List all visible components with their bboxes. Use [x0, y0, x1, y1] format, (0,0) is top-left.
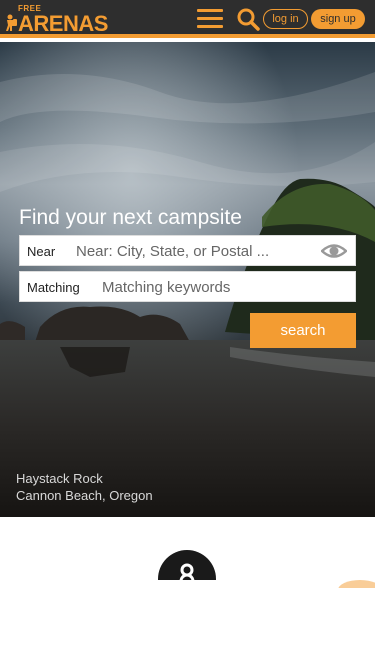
chat-bubble-icon[interactable] [330, 578, 375, 588]
photo-caption-title: Haystack Rock [16, 471, 103, 486]
hamburger-icon[interactable] [197, 9, 223, 29]
near-label: Near [27, 244, 56, 259]
matching-field: Matching [19, 271, 356, 302]
matching-input[interactable] [102, 276, 342, 299]
circle-eight-icon [158, 550, 216, 580]
login-button[interactable]: log in [263, 9, 308, 29]
top-header: FREE ARENAS log in sign up [0, 0, 375, 38]
matching-label: Matching [27, 280, 80, 295]
signup-button[interactable]: sign up [311, 9, 365, 29]
eye-locate-icon[interactable] [321, 240, 347, 262]
search-icon[interactable] [236, 7, 260, 31]
logo[interactable]: FREE ARENAS [4, 4, 108, 36]
hero-banner: Find your next campsite Near Matching se… [0, 42, 375, 517]
logo-main-text: ARENAS [18, 11, 108, 36]
near-input[interactable] [76, 240, 316, 263]
photo-caption-location: Cannon Beach, Oregon [16, 488, 153, 503]
camper-icon [6, 14, 17, 31]
search-button[interactable]: search [250, 313, 356, 348]
near-field: Near [19, 235, 356, 266]
hero-title: Find your next campsite [19, 206, 242, 229]
